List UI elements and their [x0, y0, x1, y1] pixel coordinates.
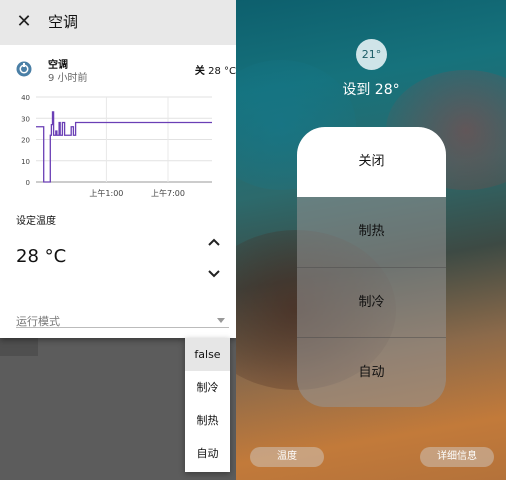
close-icon[interactable]: ✕ — [12, 10, 36, 34]
x-tick-label: 上午7:00 — [151, 188, 185, 198]
temperature-button[interactable]: 温度 — [250, 447, 324, 467]
x-tick-label: 上午1:00 — [89, 188, 123, 198]
mode-select-label: 运行模式 — [16, 315, 60, 328]
target-temp-label: 设到 28° — [342, 82, 400, 98]
dropdown-arrow-icon — [217, 318, 225, 323]
mode-panel: 关闭 制热 制冷 自动 — [297, 127, 446, 407]
climate-dialog: ✕ 空调 空调 9 小时前 关 28 °C 40 30 20 10 0 上午1:00 上午7… — [0, 0, 236, 338]
control-center: 21° 设到 28° 关闭 制热 制冷 自动 温度 详细信息 — [236, 0, 506, 480]
entity-state: 关 28 °C — [195, 62, 236, 77]
menu-item-false[interactable]: false — [185, 338, 230, 371]
mode-select[interactable]: 运行模式 — [16, 308, 229, 328]
mode-auto-button[interactable]: 自动 — [297, 337, 446, 407]
y-tick-label: 0 — [26, 179, 30, 187]
y-tick-label: 40 — [21, 94, 30, 102]
history-chart: 40 30 20 10 0 上午1:00 上午7:00 — [21, 94, 212, 198]
mode-menu: false 制冷 制热 自动 — [185, 338, 230, 472]
setpoint-value: 28 °C — [16, 246, 67, 267]
menu-item-cool[interactable]: 制冷 — [185, 371, 230, 404]
chevron-down-icon[interactable] — [204, 264, 224, 284]
y-tick-label: 20 — [21, 137, 30, 145]
dialog-title: 空调 — [48, 13, 79, 31]
dialog-header: ✕ 空调 — [0, 0, 236, 45]
mode-heat-button[interactable]: 制热 — [297, 197, 446, 267]
mode-off-button[interactable]: 关闭 — [297, 127, 446, 197]
background-strip — [0, 338, 38, 356]
y-tick-label: 30 — [21, 115, 30, 123]
menu-item-auto[interactable]: 自动 — [185, 437, 230, 470]
chevron-up-icon[interactable] — [204, 232, 224, 252]
menu-item-heat[interactable]: 制热 — [185, 404, 230, 437]
mode-cool-button[interactable]: 制冷 — [297, 267, 446, 337]
current-temp-badge: 21° — [356, 39, 387, 70]
entity-last-changed: 9 小时前 — [48, 73, 88, 84]
state-mode: 关 — [194, 66, 205, 77]
state-temp: 28 °C — [208, 66, 236, 77]
thermostat-icon — [16, 61, 32, 77]
details-button[interactable]: 详细信息 — [420, 447, 494, 467]
setpoint-label: 设定温度 — [16, 216, 56, 227]
y-tick-label: 10 — [21, 158, 30, 166]
series-line — [36, 111, 212, 183]
